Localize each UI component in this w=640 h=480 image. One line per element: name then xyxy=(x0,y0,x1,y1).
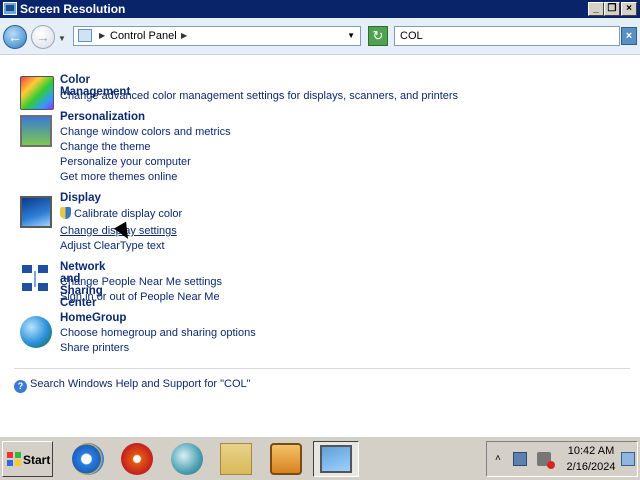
start-label: Start xyxy=(23,453,51,467)
minimize-button[interactable]: _ xyxy=(588,2,604,16)
help-search-label: Search Windows Help and Support for "COL… xyxy=(30,378,251,390)
task-link[interactable]: Calibrate display color xyxy=(60,207,182,220)
group-title-display[interactable]: Display xyxy=(60,192,101,204)
network-icon[interactable] xyxy=(20,263,52,295)
divider xyxy=(14,368,630,369)
task-link[interactable]: Sign in or out of People Near Me xyxy=(60,291,220,303)
show-hidden-icons-icon[interactable]: ˄ xyxy=(495,453,501,464)
task-link[interactable]: Get more themes online xyxy=(60,171,177,183)
task-link-label: Calibrate display color xyxy=(74,208,183,220)
maximize-button[interactable]: ❐ xyxy=(604,2,620,16)
clock-time[interactable]: 10:42 AM xyxy=(563,445,619,457)
taskbar-button-screen-resolution[interactable] xyxy=(313,441,359,477)
back-button[interactable]: ← xyxy=(3,25,27,49)
player-icon[interactable] xyxy=(270,443,302,475)
system-tray: ˄ 10:42 AM 2/16/2024 xyxy=(486,441,638,477)
address-toolbar: ← → ▼ ▶ Control Panel ▶ ▼ ↻ COL × xyxy=(0,18,640,55)
help-icon: ? xyxy=(14,380,27,393)
taskbar: Start ˄ 10:42 AM 2/16/2024 xyxy=(0,436,640,480)
volume-muted-icon[interactable] xyxy=(537,452,555,469)
windows-logo-icon xyxy=(7,452,21,466)
task-link[interactable]: Personalize your computer xyxy=(60,156,191,168)
title-bar: Screen Resolution _ ❐ × xyxy=(0,0,640,18)
clear-search-button[interactable]: × xyxy=(621,27,637,45)
control-panel-icon xyxy=(78,29,92,42)
close-button[interactable]: × xyxy=(621,2,637,16)
start-button[interactable]: Start xyxy=(2,441,53,477)
personalization-icon[interactable] xyxy=(20,115,52,147)
breadcrumb-arrow-icon[interactable]: ▶ xyxy=(181,31,187,40)
display-icon[interactable] xyxy=(20,196,52,228)
group-title-homegroup[interactable]: HomeGroup xyxy=(60,312,126,324)
homegroup-icon[interactable] xyxy=(20,316,52,348)
task-link[interactable]: Adjust ClearType text xyxy=(60,240,165,252)
task-link[interactable]: Share printers xyxy=(60,342,129,354)
display-settings-icon xyxy=(320,445,352,473)
window-app-icon[interactable] xyxy=(3,2,17,15)
globe-icon[interactable] xyxy=(171,443,203,475)
task-link[interactable]: Change advanced color management setting… xyxy=(60,90,458,102)
task-link[interactable]: Change the theme xyxy=(60,141,151,153)
color-management-icon[interactable] xyxy=(20,76,54,110)
recent-pages-dropdown-icon[interactable]: ▼ xyxy=(58,34,66,43)
window-title: Screen Resolution xyxy=(20,2,126,16)
breadcrumb-control-panel[interactable]: Control Panel xyxy=(110,30,177,42)
admin-shield-icon xyxy=(60,207,71,219)
task-link[interactable]: Change People Near Me settings xyxy=(60,276,222,288)
task-link[interactable]: Change window colors and metrics xyxy=(60,126,231,138)
breadcrumb-separator-icon[interactable]: ▶ xyxy=(99,31,105,40)
media-player-icon[interactable] xyxy=(121,443,153,475)
forward-button[interactable]: → xyxy=(31,25,55,49)
address-dropdown-icon[interactable]: ▼ xyxy=(347,31,355,40)
show-desktop-icon[interactable] xyxy=(621,452,635,466)
clock-date[interactable]: 2/16/2024 xyxy=(563,461,619,473)
search-input[interactable]: COL xyxy=(394,26,620,46)
address-field[interactable]: ▶ Control Panel ▶ ▼ xyxy=(73,26,361,46)
group-title-personalization[interactable]: Personalization xyxy=(60,111,145,123)
network-tray-icon[interactable] xyxy=(513,452,527,466)
help-search-link[interactable]: ? Search Windows Help and Support for "CO… xyxy=(14,378,251,393)
folder-icon[interactable] xyxy=(220,443,252,475)
refresh-button[interactable]: ↻ xyxy=(368,26,388,46)
task-link[interactable]: Choose homegroup and sharing options xyxy=(60,327,256,339)
internet-explorer-icon[interactable] xyxy=(72,443,104,475)
